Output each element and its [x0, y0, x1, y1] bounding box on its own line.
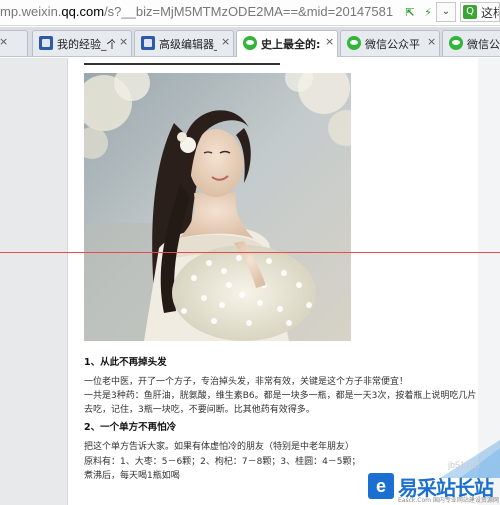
- search-input[interactable]: Q 这样: [460, 2, 500, 22]
- close-icon[interactable]: ×: [221, 35, 230, 48]
- tab-bar: × 我的经验_个 × 高级编辑器_ × 史上最全的: × 微信公众平 × 微信公…: [0, 27, 500, 57]
- paragraph-text: 把这个单方告诉大家。如果有体虚怕冷的朋友（特别是中老年朋友）: [84, 442, 355, 452]
- paragraph-text: 一共是3种药：鱼肝油，胱氨酸，维生素B6。都是一块多一瓶，都是一天3次，按着瓶上…: [84, 391, 477, 401]
- lightning-icon[interactable]: ⚡: [421, 6, 435, 20]
- wechat-icon: [347, 36, 361, 50]
- url-text[interactable]: mp.weixin.qq.com/s?__biz=MjM5MTMzODE2MA=…: [0, 4, 393, 19]
- search-text: 这样: [481, 6, 499, 20]
- wechat-icon: [449, 36, 463, 50]
- tab-label: 高级编辑器_: [159, 38, 217, 51]
- watermark-subtitle: Easck.Com 国内专业网站建设资源网: [398, 497, 499, 504]
- watermark: jb51.net e 易采站长站 Easck.Com 国内专业网站建设资源网: [360, 440, 500, 505]
- share-icon[interactable]: ⇱: [403, 6, 417, 20]
- wechat-icon: [243, 36, 257, 50]
- tab-label: 我的经验_个: [57, 38, 115, 51]
- logo-icon: e: [368, 473, 394, 499]
- paragraph: 去吃，记住，3瓶一块吃，不要间断。比其他药有效得多。: [84, 404, 484, 417]
- tab-label: 微信公众平: [365, 38, 420, 51]
- tab-partial[interactable]: ×: [0, 30, 28, 56]
- url-prefix: mp.weixin.: [0, 4, 62, 19]
- close-icon[interactable]: ×: [427, 35, 436, 48]
- site-favicon-icon: [39, 36, 53, 50]
- paragraph-text: 去吃，记住，3瓶一块吃，不要间断。比其他药有效得多。: [84, 405, 315, 415]
- paragraph: 一位老中医，开了一个方子，专治掉头发，非常有效，关键是这个方子非常便宜！: [84, 376, 484, 389]
- close-icon[interactable]: ×: [119, 35, 128, 48]
- url-rest: /s?__biz=MjM5MTMzODE2MA==&mid=20147581: [104, 4, 394, 19]
- paragraph: 一共是3种药：鱼肝油，胱氨酸，维生素B6。都是一块多一瓶，都是一天3次，按着瓶上…: [84, 390, 484, 403]
- tab-editor[interactable]: 高级编辑器_ ×: [134, 30, 234, 56]
- tab-wechat-public[interactable]: 微信公众: [442, 30, 500, 56]
- paragraph-text: 煮沸后，每天喝1瓶如喝: [84, 471, 180, 481]
- close-icon[interactable]: ×: [325, 35, 334, 48]
- paragraph-text: 一位老中医，开了一个方子，专治掉头发，非常有效，关键是这个方子非常便宜！: [84, 377, 409, 387]
- search-icon[interactable]: Q: [463, 5, 477, 19]
- tab-label: 微信公众: [467, 38, 500, 51]
- site-favicon-icon: [141, 36, 155, 50]
- tab-experience[interactable]: 我的经验_个 ×: [32, 30, 132, 56]
- section-heading: 1、从此不再掉头发: [84, 357, 167, 368]
- watermark-small-text: jb51.net: [448, 460, 481, 470]
- chevron-down-icon[interactable]: ⌄: [436, 2, 456, 22]
- tab-label: 史上最全的:: [261, 38, 321, 51]
- url-host: qq.com: [61, 4, 105, 19]
- section-heading: 2、一个单方不再怕冷: [84, 422, 177, 433]
- paragraph-text: 原料有：1、大枣：5－6颗；2、枸杞：7－8颗；3、桂圆：4－5颗；: [84, 457, 361, 467]
- close-icon[interactable]: ×: [0, 35, 8, 48]
- divider: [84, 63, 280, 65]
- address-bar[interactable]: mp.weixin.qq.com/s?__biz=MjM5MTMzODE2MA=…: [0, 0, 500, 26]
- horizontal-guide-line: [0, 252, 500, 253]
- tab-active-article[interactable]: 史上最全的: ×: [236, 30, 338, 57]
- article-photo: [84, 73, 351, 341]
- right-margin: [478, 58, 500, 505]
- left-margin: [0, 58, 68, 505]
- tab-wechat-platform[interactable]: 微信公众平 ×: [340, 30, 440, 56]
